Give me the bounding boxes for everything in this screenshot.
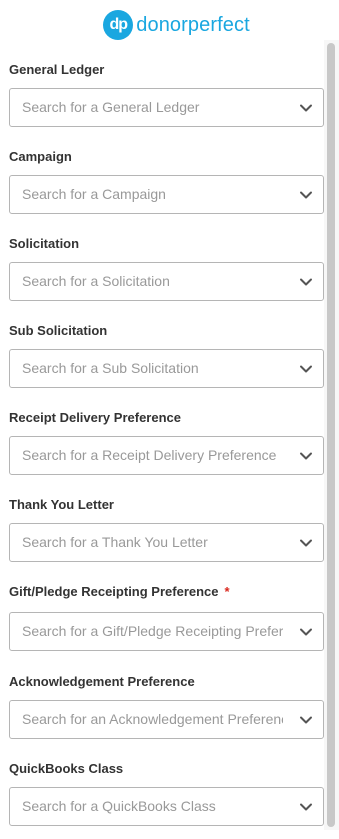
acknowledgement-preference-field: Acknowledgement Preference Search for an… bbox=[9, 662, 324, 749]
quickbooks-class-select[interactable]: Search for a QuickBooks Class bbox=[9, 787, 324, 826]
chevron-down-icon[interactable] bbox=[299, 625, 313, 639]
chevron-down-icon[interactable] bbox=[299, 800, 313, 814]
solicitation-placeholder: Search for a Solicitation bbox=[22, 273, 170, 289]
acknowledgement-preference-placeholder: Search for an Acknowledgement Preference bbox=[22, 711, 283, 727]
gift-pledge-receipting-preference-label-text: Gift/Pledge Receipting Preference bbox=[9, 584, 219, 599]
quickbooks-class-placeholder: Search for a QuickBooks Class bbox=[22, 798, 216, 814]
receipt-delivery-preference-select[interactable]: Search for a Receipt Delivery Preference bbox=[9, 436, 324, 475]
gift-pledge-receipting-preference-select[interactable]: Search for a Gift/Pledge Receipting Pref… bbox=[9, 612, 324, 651]
campaign-label: Campaign bbox=[9, 149, 72, 164]
solicitation-select[interactable]: Search for a Solicitation bbox=[9, 262, 324, 301]
receipt-delivery-preference-field: Receipt Delivery Preference Search for a… bbox=[9, 398, 324, 485]
general-ledger-select[interactable]: Search for a General Ledger bbox=[9, 88, 324, 127]
campaign-placeholder: Search for a Campaign bbox=[22, 186, 166, 202]
general-ledger-field: General Ledger Search for a General Ledg… bbox=[9, 50, 324, 137]
solicitation-label: Solicitation bbox=[9, 236, 80, 251]
logo-mark: dp bbox=[103, 10, 134, 40]
logo-text: donorperfect bbox=[136, 13, 250, 36]
thank-you-letter-select[interactable]: Search for a Thank You Letter bbox=[9, 523, 324, 562]
general-ledger-placeholder: Search for a General Ledger bbox=[22, 99, 200, 115]
acknowledgement-preference-label: Acknowledgement Preference bbox=[9, 674, 195, 689]
sub-solicitation-label: Sub Solicitation bbox=[9, 323, 108, 338]
sub-solicitation-placeholder: Search for a Sub Solicitation bbox=[22, 360, 199, 376]
gift-pledge-receipting-preference-placeholder: Search for a Gift/Pledge Receipting Pref… bbox=[22, 623, 283, 639]
sub-solicitation-select[interactable]: Search for a Sub Solicitation bbox=[9, 349, 324, 388]
thank-you-letter-placeholder: Search for a Thank You Letter bbox=[22, 534, 208, 550]
campaign-field: Campaign Search for a Campaign bbox=[9, 137, 324, 224]
chevron-down-icon[interactable] bbox=[299, 536, 313, 550]
app-header: dp donorperfect bbox=[0, 0, 339, 50]
vertical-scrollbar[interactable] bbox=[324, 40, 339, 830]
gift-pledge-receipting-preference-label: Gift/Pledge Receipting Preference * bbox=[9, 584, 230, 599]
acknowledgement-preference-select[interactable]: Search for an Acknowledgement Preference bbox=[9, 700, 324, 739]
donorperfect-logo: dp donorperfect bbox=[103, 10, 250, 40]
chevron-down-icon[interactable] bbox=[299, 188, 313, 202]
chevron-down-icon[interactable] bbox=[299, 713, 313, 727]
general-ledger-label: General Ledger bbox=[9, 62, 105, 77]
sub-solicitation-field: Sub Solicitation Search for a Sub Solici… bbox=[9, 311, 324, 398]
thank-you-letter-field: Thank You Letter Search for a Thank You … bbox=[9, 485, 324, 572]
required-marker-icon: * bbox=[224, 584, 230, 599]
quickbooks-class-field: QuickBooks Class Search for a QuickBooks… bbox=[9, 749, 324, 836]
chevron-down-icon[interactable] bbox=[299, 101, 313, 115]
receipt-delivery-preference-label: Receipt Delivery Preference bbox=[9, 410, 181, 425]
chevron-down-icon[interactable] bbox=[299, 362, 313, 376]
thank-you-letter-label: Thank You Letter bbox=[9, 497, 114, 512]
chevron-down-icon[interactable] bbox=[299, 275, 313, 289]
quickbooks-class-label: QuickBooks Class bbox=[9, 761, 124, 776]
gift-pledge-receipting-preference-field: Gift/Pledge Receipting Preference * Searc… bbox=[9, 572, 324, 662]
gift-form: General Ledger Search for a General Ledg… bbox=[9, 50, 324, 836]
receipt-delivery-preference-placeholder: Search for a Receipt Delivery Preference bbox=[22, 447, 277, 463]
solicitation-field: Solicitation Search for a Solicitation bbox=[9, 224, 324, 311]
scrollbar-thumb[interactable] bbox=[327, 43, 335, 827]
campaign-select[interactable]: Search for a Campaign bbox=[9, 175, 324, 214]
chevron-down-icon[interactable] bbox=[299, 449, 313, 463]
